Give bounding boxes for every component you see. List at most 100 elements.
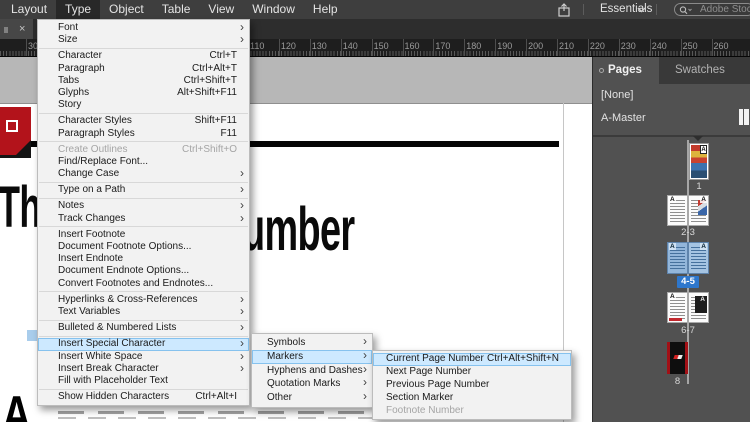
- menu-item-insert-footnote[interactable]: Insert Footnote: [38, 229, 249, 241]
- page-thumbnail-4-5[interactable]: AA: [667, 242, 709, 274]
- menubar-item-table[interactable]: Table: [153, 0, 200, 19]
- menu-item-shortcut: Alt+Shift+F11: [177, 86, 237, 98]
- menu-item-create-outlines[interactable]: Create Outlines Ctrl+Shift+O: [38, 144, 249, 156]
- menu-item-track-changes[interactable]: Track Changes ›: [38, 211, 249, 225]
- master-badge: A: [700, 243, 707, 250]
- menu-item-current-page-number[interactable]: Current Page Number Ctrl+Alt+Shift+N: [373, 353, 571, 366]
- page-label-6-7[interactable]: 6-7: [667, 325, 709, 336]
- menu-item-label: Tabs: [58, 74, 80, 86]
- document-tab[interactable]: ×: [0, 19, 33, 39]
- menubar-item-type[interactable]: Type: [56, 0, 101, 19]
- page-label-8[interactable]: 8: [667, 376, 688, 387]
- menu-item-insert-break-character[interactable]: Insert Break Character ›: [38, 361, 249, 375]
- logo-base-bar: [0, 155, 31, 158]
- page-label-1[interactable]: 1: [689, 181, 709, 192]
- menu-item-label: Paragraph: [58, 62, 105, 74]
- panel-tab-swatches[interactable]: Swatches: [665, 57, 735, 84]
- submenu-arrow-icon: ›: [240, 336, 244, 351]
- panel-tab-pages[interactable]: Pages: [593, 57, 659, 84]
- menu-item-convert-footnotes-and-endnotes[interactable]: Convert Footnotes and Endnotes...: [38, 278, 249, 290]
- share-icon[interactable]: [556, 3, 572, 17]
- master-row-a-master[interactable]: A-Master: [601, 111, 646, 125]
- ruler-major-tick: [371, 39, 373, 56]
- menu-item-document-endnote-options[interactable]: Document Endnote Options...: [38, 265, 249, 277]
- menu-item-paragraph[interactable]: Paragraph Ctrl+Alt+T: [38, 63, 249, 75]
- master-spread-icon: [739, 109, 749, 125]
- menu-item-show-hidden-characters[interactable]: Show Hidden Characters Ctrl+Alt+I: [38, 391, 249, 403]
- page-label-4-5[interactable]: 4-5: [677, 276, 699, 288]
- menu-item-label: Fill with Placeholder Text: [58, 374, 168, 386]
- chevron-down-icon[interactable]: [637, 7, 646, 13]
- menubar-item-object[interactable]: Object: [100, 0, 153, 19]
- menu-item-size[interactable]: Size ›: [38, 32, 249, 47]
- ruler-label: 240: [651, 41, 667, 51]
- menu-item-bulleted-numbered-lists[interactable]: Bulleted & Numbered Lists ›: [38, 320, 249, 335]
- menu-item-shortcut: Ctrl+Shift+T: [183, 74, 237, 86]
- thumbnail-page: A: [667, 242, 688, 274]
- menu-item-paragraph-styles[interactable]: Paragraph Styles F11: [38, 128, 249, 140]
- menu-item-character[interactable]: Character Ctrl+T: [38, 50, 249, 62]
- menu-item-insert-special-character[interactable]: Insert Special Character ›: [38, 336, 249, 351]
- submenu-arrow-icon: ›: [363, 347, 367, 362]
- menu-item-symbols[interactable]: Symbols ›: [252, 334, 372, 350]
- close-icon[interactable]: ×: [19, 19, 25, 39]
- menu-item-shortcut: Ctrl+T: [209, 50, 238, 62]
- ruler-label: 120: [280, 41, 296, 51]
- menu-item-type-on-a-path[interactable]: Type on a Path ›: [38, 183, 249, 196]
- menu-item-markers[interactable]: Markers ›: [252, 347, 372, 364]
- menu-item-hyperlinks-cross-references[interactable]: Hyperlinks & Cross-References ›: [38, 293, 249, 306]
- thumbnail-text-lines: [670, 247, 685, 271]
- menu-item-next-page-number[interactable]: Next Page Number: [373, 366, 571, 379]
- page-thumbnail-1[interactable]: A: [689, 143, 709, 180]
- page-thumbnail-2-3[interactable]: AA: [667, 195, 709, 226]
- markers-submenu: Current Page Number Ctrl+Alt+Shift+N Next …: [372, 350, 572, 421]
- menu-item-tabs[interactable]: Tabs Ctrl+Shift+T: [38, 75, 249, 87]
- menu-item-label: Glyphs: [58, 86, 90, 98]
- menubar-item-view[interactable]: View: [199, 0, 243, 19]
- menu-item-previous-page-number[interactable]: Previous Page Number: [373, 379, 571, 392]
- master-row-none[interactable]: [None]: [601, 88, 633, 102]
- menu-item-other[interactable]: Other ›: [252, 389, 372, 405]
- menu-item-text-variables[interactable]: Text Variables ›: [38, 305, 249, 318]
- menu-item-insert-endnote[interactable]: Insert Endnote: [38, 253, 249, 265]
- spread-indicator-icon: [693, 136, 703, 141]
- menu-item-label: Type on a Path: [58, 184, 126, 196]
- menu-item-quotation-marks[interactable]: Quotation Marks ›: [252, 376, 372, 391]
- menu-item-find-replace-font[interactable]: Find/Replace Font...: [38, 156, 249, 168]
- thumbnail-page: A: [688, 242, 709, 274]
- thumbnail-page: A: [667, 292, 688, 323]
- search-input[interactable]: Adobe Stock: [674, 3, 750, 16]
- menu-item-story[interactable]: Story: [38, 99, 249, 111]
- panel-tab-label: Swatches: [675, 64, 725, 76]
- menu-item-fill-with-placeholder-text[interactable]: Fill with Placeholder Text: [38, 375, 249, 387]
- ruler-label: 160: [404, 41, 420, 51]
- menu-item-glyphs[interactable]: Glyphs Alt+Shift+F11: [38, 87, 249, 99]
- menu-item-insert-white-space[interactable]: Insert White Space ›: [38, 349, 249, 363]
- menubar-item-help[interactable]: Help: [304, 0, 347, 19]
- menu-item-character-styles[interactable]: Character Styles Shift+F11: [38, 115, 249, 127]
- menubar: Layout Type Object Table View Window Help Esse…: [0, 0, 750, 19]
- menu-item-notes[interactable]: Notes ›: [38, 199, 249, 212]
- menubar-item-layout[interactable]: Layout: [2, 0, 56, 19]
- menu-item-document-footnote-options[interactable]: Document Footnote Options...: [38, 241, 249, 253]
- menu-item-change-case[interactable]: Change Case ›: [38, 166, 249, 181]
- menu-item-section-marker[interactable]: Section Marker: [373, 392, 571, 405]
- master-badge: A: [700, 145, 707, 154]
- menu-item-footnote-number[interactable]: Footnote Number: [373, 405, 571, 418]
- submenu-arrow-icon: ›: [240, 166, 244, 181]
- submenu-arrow-icon: ›: [240, 320, 244, 335]
- master-badge: A: [700, 196, 707, 203]
- page-thumbnail-6-7[interactable]: AA: [667, 292, 709, 323]
- menu-item-label: Footnote Number: [386, 404, 464, 416]
- page-label-2-3[interactable]: 2-3: [667, 227, 709, 238]
- submenu-arrow-icon: ›: [240, 32, 244, 47]
- ruler-label: 230: [620, 41, 636, 51]
- menu-item-shortcut: Shift+F11: [194, 115, 237, 127]
- menu-separator: [39, 226, 248, 228]
- page-thumbnail-8[interactable]: [667, 342, 688, 374]
- menu-separator: [39, 291, 248, 293]
- menu-item-font[interactable]: Font ›: [38, 21, 249, 34]
- drop-cap: A: [2, 386, 32, 422]
- menu-item-hyphens-and-dashes[interactable]: Hyphens and Dashes ›: [252, 362, 372, 378]
- menubar-item-window[interactable]: Window: [243, 0, 304, 19]
